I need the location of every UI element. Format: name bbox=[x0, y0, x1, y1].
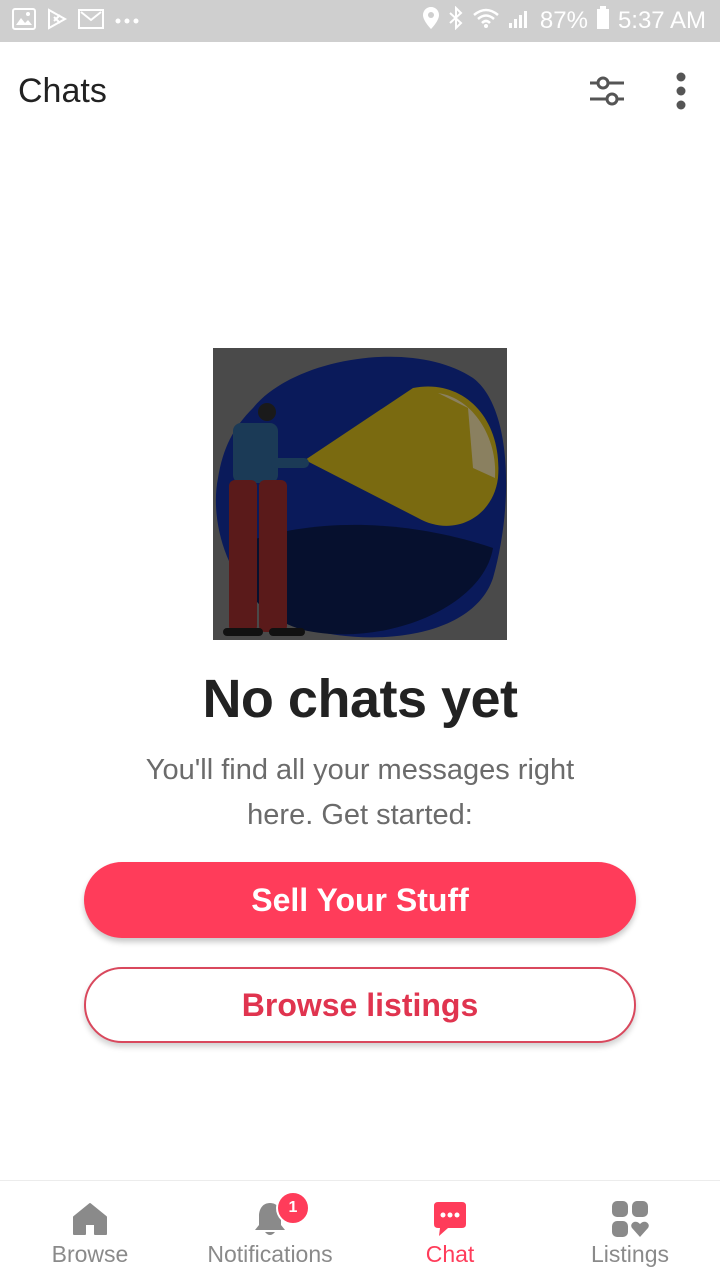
nav-label-listings: Listings bbox=[591, 1241, 669, 1267]
empty-state-subtitle: You'll find all your messages right here… bbox=[145, 754, 575, 831]
chat-bubble-icon bbox=[430, 1199, 470, 1239]
home-icon bbox=[70, 1199, 110, 1239]
filter-button[interactable] bbox=[584, 70, 630, 116]
status-system: 87% 5:37 AM bbox=[422, 5, 706, 37]
gmail-icon bbox=[78, 8, 104, 35]
bottom-navigation: Browse 1 Notifications Chat Listings bbox=[0, 1180, 720, 1280]
notification-badge: 1 bbox=[276, 1191, 310, 1225]
status-notifications bbox=[12, 7, 140, 35]
nav-label-browse: Browse bbox=[51, 1241, 129, 1267]
page-title: Chats bbox=[18, 72, 107, 110]
wifi-icon bbox=[472, 7, 500, 36]
nav-item-browse[interactable]: Browse bbox=[0, 1181, 180, 1280]
more-options-button[interactable] bbox=[660, 68, 702, 118]
app-bar: Chats bbox=[0, 42, 720, 142]
clock: 5:37 AM bbox=[617, 7, 706, 34]
nav-item-notifications[interactable]: 1 Notifications bbox=[180, 1181, 360, 1280]
location-icon bbox=[422, 6, 440, 37]
battery-percent: 87% bbox=[539, 7, 588, 34]
nav-item-listings[interactable]: Listings bbox=[540, 1181, 720, 1280]
play-store-icon bbox=[46, 7, 68, 35]
listings-grid-icon bbox=[610, 1199, 650, 1239]
bluetooth-icon bbox=[448, 5, 464, 37]
nav-item-chat[interactable]: Chat bbox=[360, 1181, 540, 1280]
gallery-icon bbox=[12, 7, 36, 35]
more-dots-icon bbox=[114, 12, 140, 30]
nav-label-notifications: Notifications bbox=[207, 1241, 333, 1267]
chats-screen: 87% 5:37 AM Chats No chats yet You'll fi… bbox=[0, 0, 720, 1280]
empty-state-title: No chats yet bbox=[202, 669, 518, 729]
more-vert-icon bbox=[675, 71, 687, 116]
signal-icon bbox=[508, 7, 532, 36]
battery-icon bbox=[596, 5, 610, 37]
sell-your-stuff-button[interactable]: Sell Your Stuff bbox=[84, 862, 636, 938]
empty-chats-illustration bbox=[213, 348, 507, 640]
nav-label-chat: Chat bbox=[425, 1241, 475, 1267]
status-bar: 87% 5:37 AM bbox=[0, 0, 720, 42]
filter-icon bbox=[588, 74, 626, 113]
browse-listings-button[interactable]: Browse listings bbox=[84, 967, 636, 1043]
